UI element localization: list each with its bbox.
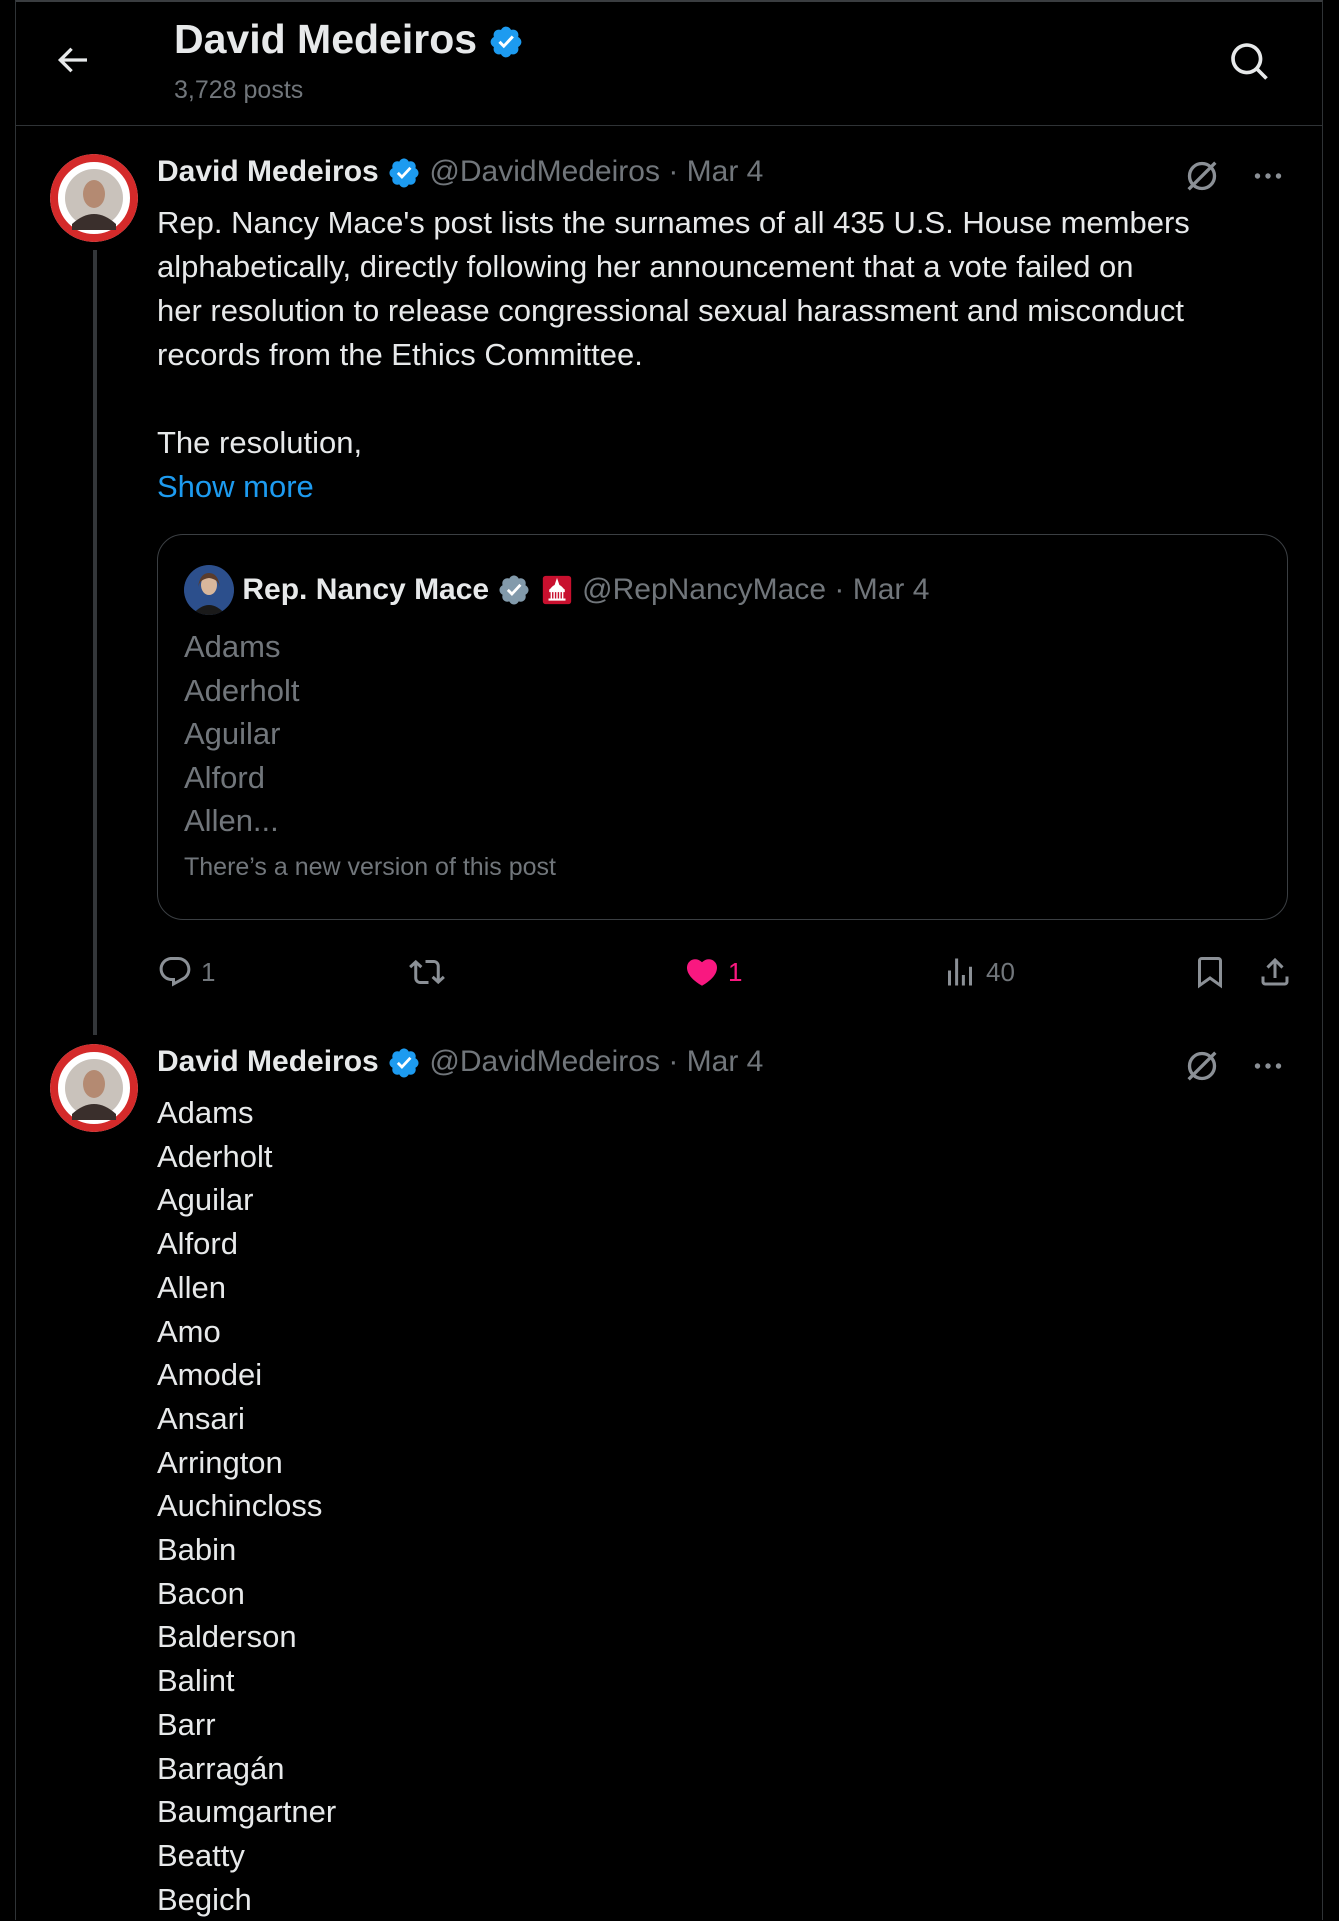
new-version-note: There’s a new version of this post bbox=[184, 853, 556, 881]
list-item: Auchincloss bbox=[157, 1488, 323, 1524]
grok-icon[interactable] bbox=[1182, 1046, 1222, 1086]
list-item: Aguilar bbox=[157, 1182, 254, 1218]
avatar[interactable] bbox=[50, 1044, 138, 1132]
author-handle[interactable]: @DavidMedeiros bbox=[429, 1045, 660, 1078]
post-text-line: records from the Ethics Committee. bbox=[157, 337, 643, 372]
like-count: 1 bbox=[728, 956, 743, 987]
author-name[interactable]: David Medeiros bbox=[157, 1045, 379, 1078]
verified-badge-icon bbox=[389, 1048, 419, 1078]
verified-badge-icon bbox=[499, 575, 529, 605]
share-button[interactable] bbox=[1257, 947, 1293, 997]
views-count: 40 bbox=[986, 956, 1015, 987]
quote-line: Alford bbox=[184, 759, 265, 795]
post2-top-icons bbox=[1182, 1046, 1286, 1086]
bookmark-icon bbox=[1198, 957, 1222, 989]
post2-header: David Medeiros @DavidMedeiros · Mar 4 bbox=[157, 1045, 763, 1080]
avatar[interactable] bbox=[50, 154, 138, 242]
like-button[interactable]: 1 bbox=[684, 947, 742, 997]
quote-author-name[interactable]: Rep. Nancy Mace bbox=[242, 573, 489, 606]
post1-actions: 1 1 40 bbox=[157, 947, 1307, 997]
repost-icon bbox=[409, 959, 445, 985]
post-text-line: alphabetically, directly following her a… bbox=[157, 249, 1134, 284]
reply-count: 1 bbox=[201, 956, 216, 987]
list-item: Baumgartner bbox=[157, 1794, 337, 1830]
list-item: Barragán bbox=[157, 1750, 285, 1786]
post-date[interactable]: · Mar 4 bbox=[668, 155, 763, 188]
reply-icon bbox=[159, 957, 191, 987]
views-button[interactable]: 40 bbox=[942, 947, 1015, 997]
list-item: Balderson bbox=[157, 1619, 297, 1655]
post-text-line: her resolution to release congressional … bbox=[157, 293, 1185, 328]
profile-name: David Medeiros bbox=[174, 16, 478, 62]
back-arrow-icon bbox=[57, 47, 87, 73]
post2-text: Adams Aderholt Aguilar Alford Allen Amo … bbox=[157, 1091, 336, 1921]
timeline-column: David Medeiros 3,728 posts David Medeiro… bbox=[15, 0, 1323, 1920]
share-icon bbox=[1261, 957, 1289, 986]
list-item: Amo bbox=[157, 1313, 221, 1349]
quote-line: Allen... bbox=[184, 803, 279, 838]
more-icon[interactable] bbox=[1250, 1048, 1286, 1084]
list-item: Bacon bbox=[157, 1575, 245, 1611]
post-date[interactable]: · Mar 4 bbox=[668, 1045, 763, 1078]
post-text-line bbox=[157, 377, 1297, 421]
search-icon bbox=[1231, 43, 1268, 80]
quote-header: Rep. Nancy Mace @RepNancyMace · Mar 4 bbox=[184, 565, 929, 615]
quote-avatar[interactable] bbox=[184, 565, 234, 615]
list-item: Aderholt bbox=[157, 1138, 273, 1174]
verified-badge-icon bbox=[389, 158, 419, 188]
list-item: Balint bbox=[157, 1663, 235, 1699]
back-button[interactable] bbox=[52, 40, 92, 80]
quote-line: Aderholt bbox=[184, 672, 300, 708]
posts-count: 3,728 posts bbox=[174, 76, 304, 104]
profile-header: David Medeiros 3,728 posts bbox=[16, 2, 1322, 126]
list-item: Beatty bbox=[157, 1837, 245, 1873]
more-icon[interactable] bbox=[1250, 158, 1286, 194]
grok-icon[interactable] bbox=[1182, 156, 1222, 196]
quoted-post[interactable]: Rep. Nancy Mace @RepNancyMace · Mar 4 Ad… bbox=[157, 534, 1288, 920]
post1-top-icons bbox=[1182, 156, 1286, 196]
list-item: Allen bbox=[157, 1269, 226, 1305]
list-item: Alford bbox=[157, 1226, 238, 1262]
reply-button[interactable]: 1 bbox=[157, 947, 215, 997]
show-more-link[interactable]: Show more bbox=[157, 465, 1297, 509]
post1-header: David Medeiros @DavidMedeiros · Mar 4 bbox=[157, 155, 763, 190]
quote-line: Adams bbox=[184, 629, 281, 664]
quote-text: Adams Aderholt Aguilar Alford Allen... bbox=[184, 625, 299, 843]
post-text-line: The resolution, bbox=[157, 425, 363, 460]
quote-handle[interactable]: @RepNancyMace bbox=[582, 573, 826, 606]
list-item: Babin bbox=[157, 1532, 237, 1568]
views-icon bbox=[948, 958, 972, 986]
quote-line: Aguilar bbox=[184, 716, 281, 751]
search-button[interactable] bbox=[1228, 40, 1272, 84]
list-item: Amodei bbox=[157, 1357, 263, 1393]
list-item: Adams bbox=[157, 1095, 254, 1130]
post-text-line: Rep. Nancy Mace's post lists the surname… bbox=[157, 205, 1190, 240]
heart-icon bbox=[686, 959, 718, 986]
quote-date[interactable]: · Mar 4 bbox=[834, 573, 929, 606]
capitol-icon bbox=[542, 575, 571, 605]
bookmark-button[interactable] bbox=[1192, 947, 1228, 997]
list-item: Arrington bbox=[157, 1444, 283, 1480]
list-item: Barr bbox=[157, 1706, 216, 1742]
verified-badge-icon bbox=[491, 26, 522, 58]
post1-text: Rep. Nancy Mace's post lists the surname… bbox=[157, 201, 1297, 509]
list-item: Ansari bbox=[157, 1400, 245, 1436]
list-item: Begich bbox=[157, 1881, 252, 1917]
thread-connector bbox=[93, 250, 97, 1035]
header-title-row: David Medeiros bbox=[174, 16, 524, 63]
repost-button[interactable] bbox=[409, 947, 453, 997]
author-handle[interactable]: @DavidMedeiros bbox=[429, 155, 660, 188]
author-name[interactable]: David Medeiros bbox=[157, 155, 379, 188]
